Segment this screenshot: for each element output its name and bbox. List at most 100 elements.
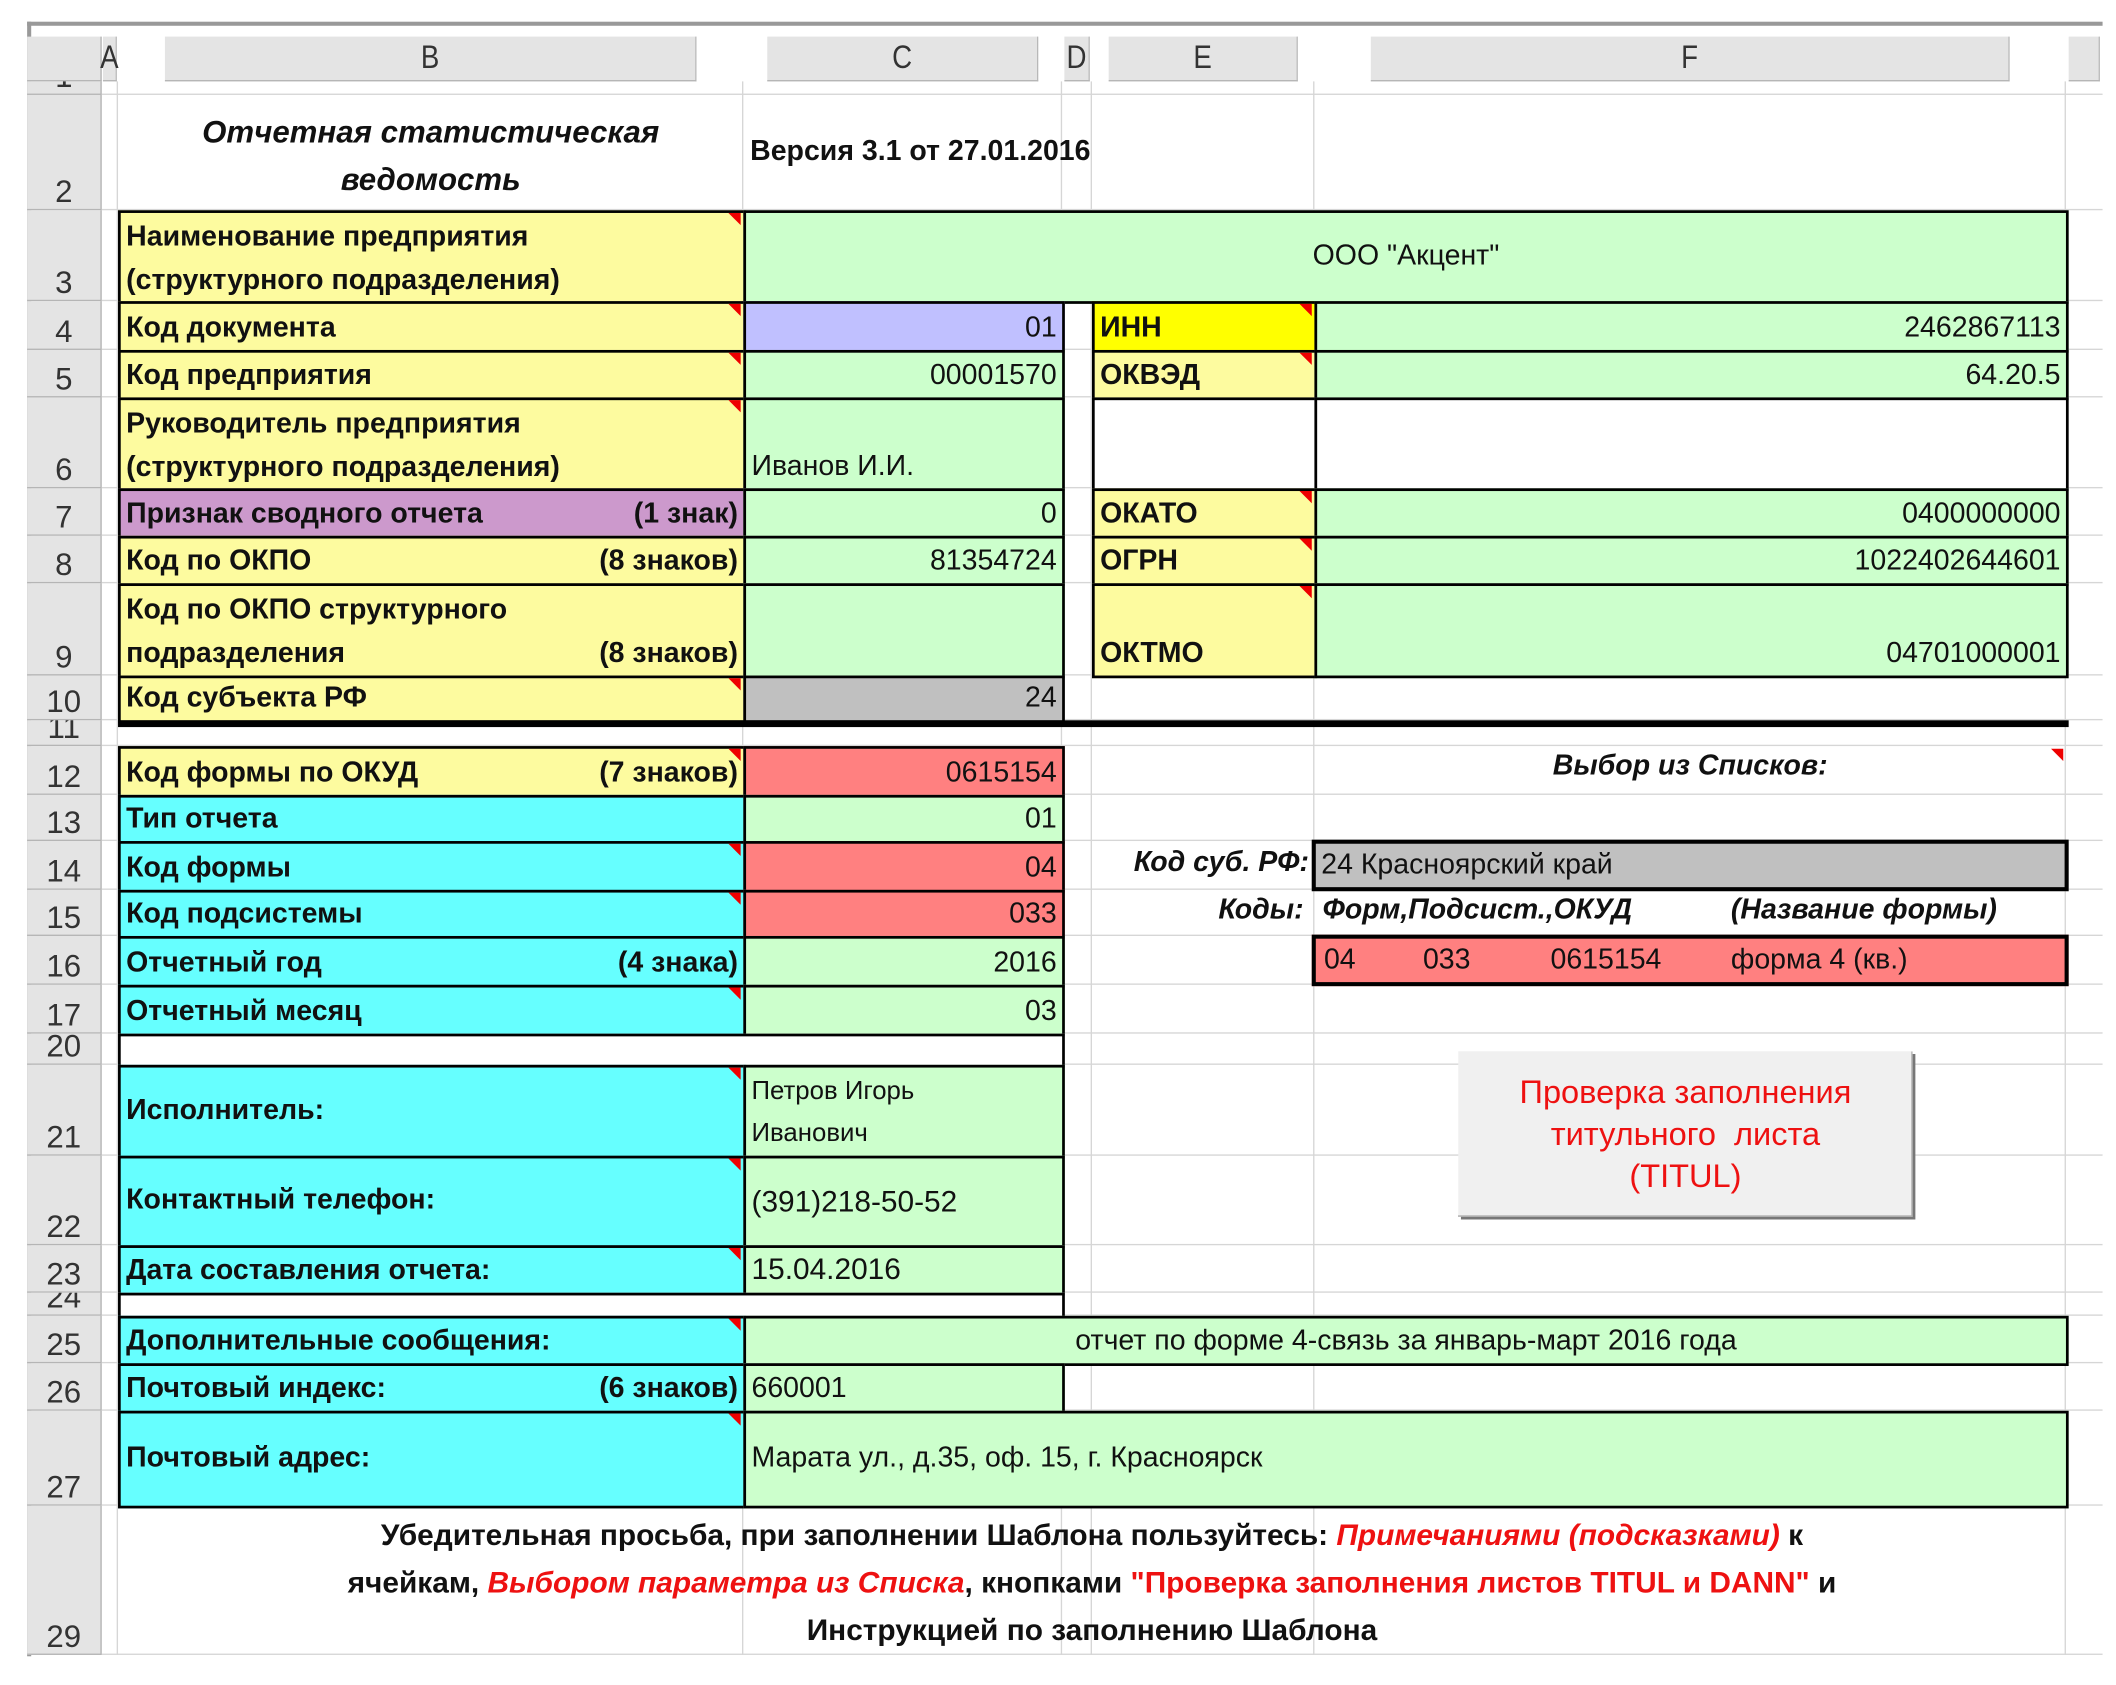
comment-indicator-icon[interactable] [728, 1318, 741, 1331]
check-titul-button[interactable]: Проверка заполнения титульного листа (TI… [1458, 1051, 1913, 1217]
comment-indicator-icon[interactable] [728, 352, 741, 365]
codes-list-select[interactable]: 04 033 0615154 форма 4 (кв.) [1311, 934, 2069, 987]
comment-indicator-icon[interactable] [728, 303, 741, 317]
year-value[interactable]: 2016 [743, 935, 1065, 988]
row-header-2[interactable]: 2 [27, 94, 102, 211]
row-header-5[interactable]: 5 [27, 349, 102, 398]
comment-indicator-icon[interactable] [1299, 352, 1312, 365]
comment-indicator-icon[interactable] [728, 748, 741, 761]
comment-indicator-icon[interactable] [1299, 491, 1312, 504]
comment-indicator-icon[interactable] [728, 987, 741, 1000]
codes-subsystem: 033 [1422, 943, 1471, 975]
okato-value[interactable]: 0400000000 [1314, 488, 2069, 539]
okud-value[interactable]: 0615154 [743, 746, 1065, 798]
okpo-value[interactable]: 81354724 [743, 535, 1065, 587]
year-label: Отчетный год (4 знака) [118, 935, 747, 988]
row-header-3[interactable]: 3 [27, 210, 102, 302]
ogrn-value[interactable]: 1022402644601 [1314, 535, 2069, 587]
row-header-11[interactable]: 11 [27, 720, 102, 747]
row-header-10[interactable]: 10 [27, 675, 102, 721]
empty-row-24[interactable] [118, 1292, 1065, 1319]
empty-row-20[interactable] [118, 1033, 1065, 1068]
column-header-g[interactable] [2068, 36, 2100, 82]
phone-label: Контактный телефон: [118, 1155, 747, 1248]
codes-form-name: форма 4 (кв.) [1730, 943, 1908, 975]
executor-value[interactable]: Петров Игорь Иванович [743, 1064, 1065, 1159]
region-list-label: Код суб. РФ: [1133, 846, 1310, 878]
region-list-select[interactable]: 24 Красноярский край [1311, 839, 2069, 892]
row-header-16[interactable]: 16 [27, 935, 102, 985]
messages-value[interactable]: отчет по форме 4-связь за январь-март 20… [743, 1315, 2069, 1366]
row-header-25[interactable]: 25 [27, 1315, 102, 1364]
column-header-a[interactable]: A [100, 36, 119, 82]
date-value[interactable]: 15.04.2016 [743, 1245, 1065, 1296]
comment-indicator-icon[interactable] [728, 892, 741, 905]
doc-code-value[interactable]: 01 [743, 301, 1065, 353]
comment-indicator-icon[interactable] [1299, 538, 1312, 551]
column-header-e[interactable]: E [1108, 36, 1298, 82]
report-type-value[interactable]: 01 [743, 794, 1065, 844]
empty-cell-f6[interactable] [1314, 397, 2069, 492]
region-code-value[interactable]: 24 [743, 675, 1065, 724]
okved-value[interactable]: 64.20.5 [1314, 349, 2069, 401]
row-header-20[interactable]: 20 [27, 1033, 102, 1065]
month-value[interactable]: 03 [743, 984, 1065, 1037]
row-header-27[interactable]: 27 [27, 1410, 102, 1506]
row-header-29[interactable]: 29 [27, 1505, 102, 1655]
comment-indicator-icon[interactable] [728, 843, 741, 856]
row-header-4[interactable]: 4 [27, 301, 102, 350]
row-header-13[interactable]: 13 [27, 794, 102, 842]
subsystem-code-value[interactable]: 033 [743, 889, 1065, 939]
empty-cell-e6[interactable] [1091, 397, 1318, 492]
row-header-12[interactable]: 12 [27, 746, 102, 795]
row-header-23[interactable]: 23 [27, 1245, 102, 1293]
comment-indicator-icon[interactable] [728, 212, 741, 226]
comment-indicator-icon[interactable] [728, 1413, 741, 1426]
row-header-26[interactable]: 26 [27, 1363, 102, 1411]
select-all-corner[interactable] [27, 36, 102, 82]
enterprise-name-value[interactable]: ООО "Акцент" [743, 210, 2069, 304]
column-header-d[interactable]: D [1064, 36, 1090, 82]
enterprise-code-value[interactable]: 00001570 [743, 349, 1065, 401]
comment-indicator-icon[interactable] [728, 1247, 741, 1261]
okpo-sub-value[interactable] [743, 583, 1065, 679]
check-button-line: Проверка заполнения [1519, 1073, 1852, 1111]
head-value[interactable]: Иванов И.И. [743, 397, 1065, 492]
row-gridline [101, 93, 2103, 95]
codes-header-codes: Форм,Подсист.,ОКУД [1322, 893, 1633, 926]
form-code-value[interactable]: 04 [743, 841, 1065, 893]
comment-indicator-icon[interactable] [728, 400, 741, 413]
row-header-24[interactable]: 24 [27, 1292, 102, 1316]
comment-indicator-icon[interactable] [728, 678, 741, 691]
comment-indicator-icon[interactable] [728, 1158, 741, 1171]
inn-value[interactable]: 2462867113 [1314, 301, 2069, 353]
row-header-7[interactable]: 7 [27, 488, 102, 536]
column-header-c[interactable]: C [767, 36, 1039, 82]
oktmo-label: ОКТМО [1091, 583, 1318, 679]
postcode-value[interactable]: 660001 [743, 1363, 1065, 1414]
inn-label: ИНН [1091, 301, 1318, 353]
column-header-f[interactable]: F [1370, 36, 2010, 82]
phone-value[interactable]: (391)218-50-52 [743, 1155, 1065, 1248]
column-header-b[interactable]: B [164, 36, 697, 82]
row-header-14[interactable]: 14 [27, 841, 102, 890]
row-header-17[interactable]: 17 [27, 984, 102, 1034]
executor-label: Исполнитель: [118, 1064, 747, 1159]
row-header-9[interactable]: 9 [27, 583, 102, 676]
row-header-8[interactable]: 8 [27, 535, 102, 584]
row-header-15[interactable]: 15 [27, 889, 102, 936]
row-header-6[interactable]: 6 [27, 397, 102, 489]
check-button-line: (TITUL) [1629, 1157, 1742, 1195]
comment-indicator-icon[interactable] [728, 1067, 741, 1080]
row-header-22[interactable]: 22 [27, 1155, 102, 1246]
postcode-label: Почтовый индекс: (6 знаков) [118, 1363, 747, 1414]
instruction-note: Убедительная просьба, при заполнении Шаб… [347, 1517, 1837, 1647]
comment-indicator-icon[interactable] [1299, 586, 1312, 599]
comment-indicator-icon[interactable] [1299, 303, 1312, 317]
comment-indicator-icon[interactable] [2051, 748, 2064, 761]
summary-flag-value[interactable]: 0 [743, 488, 1065, 539]
oktmo-value[interactable]: 04701000001 [1314, 583, 2069, 679]
address-value[interactable]: Марата ул., д.35, оф. 15, г. Красноярск [743, 1410, 2069, 1509]
row-header-1[interactable]: 1 [27, 81, 102, 95]
row-header-21[interactable]: 21 [27, 1064, 102, 1156]
